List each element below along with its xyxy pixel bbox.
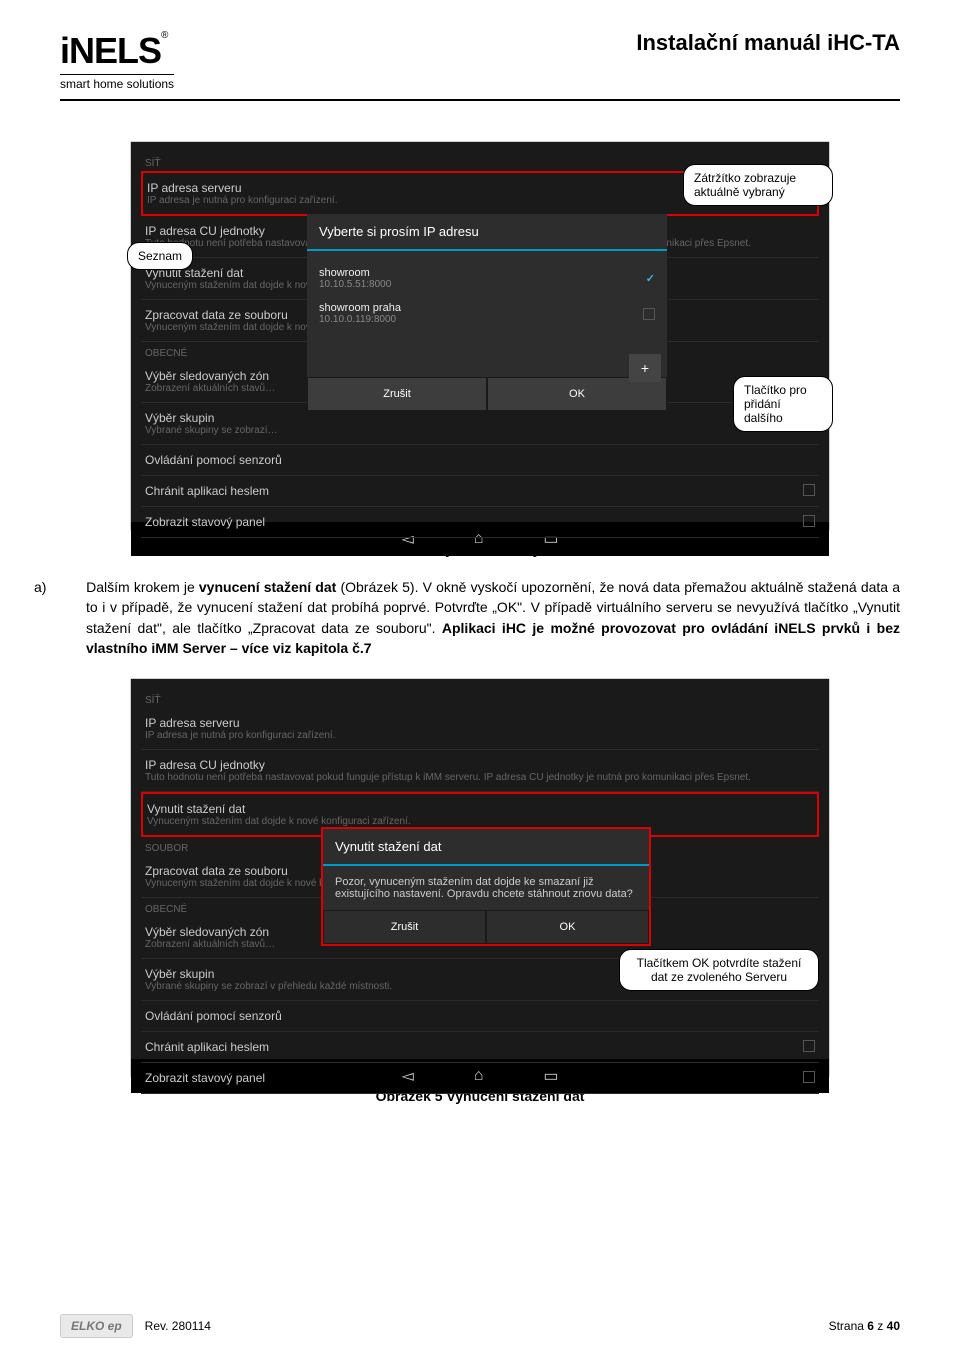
body-paragraph-a: a) Dalším krokem je vynucení stažení dat…	[60, 577, 900, 658]
checkbox-icon	[643, 308, 655, 320]
figure-1-screenshot: SÍŤ IP adresa serveru IP adresa je nutná…	[130, 141, 830, 531]
page-header: iNELS® smart home solutions Instalační m…	[60, 30, 900, 101]
setting-sensors[interactable]: Ovládání pomocí senzorů	[141, 445, 819, 476]
dialog-title: Vynutit stažení dat	[323, 829, 649, 866]
setting-ip-server[interactable]: IP adresa serveru IP adresa je nutná pro…	[141, 708, 819, 750]
figure-2-screenshot: SÍŤ IP adresa serveru IP adresa je nutná…	[130, 678, 830, 1078]
logo-tagline: smart home solutions	[60, 74, 174, 91]
server-item-1[interactable]: showroom 10.10.5.51:8000 ✓	[319, 261, 655, 296]
page-footer: ELKO ep Rev. 280114 Strana 6 z 40	[60, 1314, 900, 1338]
dialog-force-download: Vynutit stažení dat Pozor, vynuceným sta…	[321, 827, 651, 946]
setting-password[interactable]: Chránit aplikaci heslem	[141, 476, 819, 507]
footer-page-number: Strana 6 z 40	[829, 1319, 900, 1333]
logo: iNELS® smart home solutions	[60, 30, 174, 91]
footer-logo: ELKO ep	[60, 1314, 133, 1338]
callout-list: Seznam	[127, 242, 193, 270]
setting-sensors[interactable]: Ovládání pomocí senzorů	[141, 1001, 819, 1032]
ok-button[interactable]: OK	[487, 377, 667, 411]
logo-reg: ®	[161, 30, 168, 41]
checkbox-icon[interactable]	[803, 1071, 815, 1083]
checkbox-icon[interactable]	[803, 484, 815, 496]
logo-text: iNELS	[60, 30, 161, 71]
dialog-title: Vyberte si prosím IP adresu	[307, 214, 667, 251]
setting-ip-cu[interactable]: IP adresa CU jednotky Tuto hodnotu není …	[141, 750, 819, 792]
setting-statusbar[interactable]: Zobrazit stavový panel	[141, 1063, 819, 1094]
check-icon: ✓	[646, 272, 655, 285]
add-server-button[interactable]: +	[629, 354, 661, 382]
cancel-button[interactable]: Zrušit	[307, 377, 487, 411]
callout-ok-confirm: Tlačítkem OK potvrdíte stažení dat ze zv…	[619, 949, 819, 991]
dialog-body: Pozor, vynuceným stažením dat dojde ke s…	[323, 866, 649, 910]
section-label: SÍŤ	[141, 689, 819, 708]
dialog-select-ip: Vyberte si prosím IP adresu showroom 10.…	[307, 214, 667, 411]
setting-password[interactable]: Chránit aplikaci heslem	[141, 1032, 819, 1063]
ok-button[interactable]: OK	[486, 910, 649, 944]
callout-add-button: Tlačítko pro přidání dalšího	[733, 376, 833, 432]
callout-checkmark: Zátržítko zobrazuje aktuálně vybraný	[683, 164, 833, 206]
setting-statusbar[interactable]: Zobrazit stavový panel	[141, 507, 819, 538]
checkbox-icon[interactable]	[803, 515, 815, 527]
document-title: Instalační manuál iHC-TA	[636, 30, 900, 56]
checkbox-icon[interactable]	[803, 1040, 815, 1052]
cancel-button[interactable]: Zrušit	[323, 910, 486, 944]
server-item-2[interactable]: showroom praha 10.10.0.119:8000	[319, 296, 655, 331]
footer-revision: Rev. 280114	[145, 1319, 211, 1333]
